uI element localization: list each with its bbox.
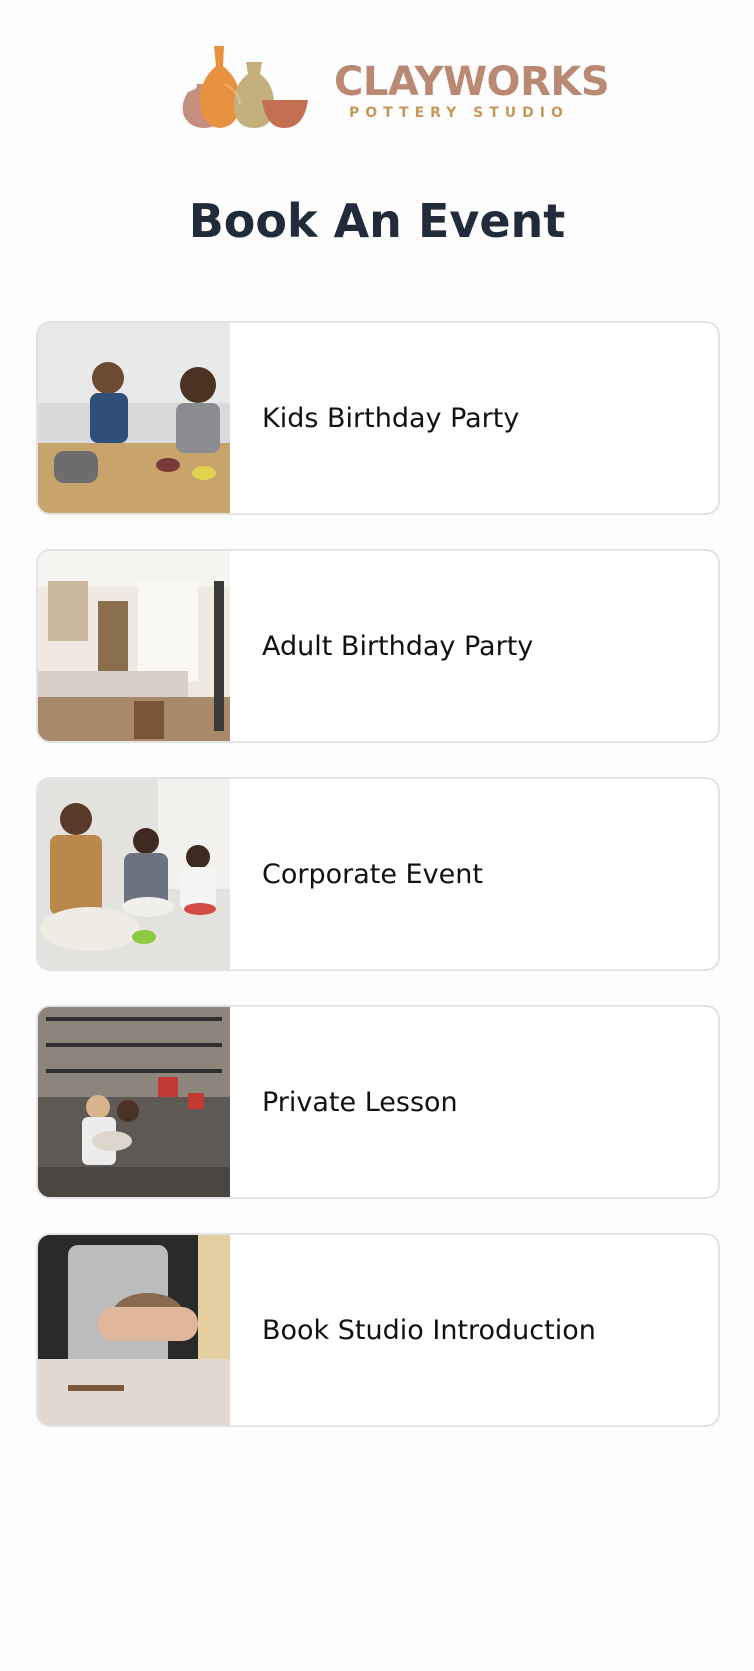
kids-birthday-party-photo bbox=[38, 323, 230, 513]
logo-wordmark: CLAYWORKS bbox=[334, 59, 610, 105]
book-studio-introduction-photo bbox=[38, 1235, 230, 1425]
event-card-private-lesson[interactable]: Private Lesson bbox=[36, 1005, 720, 1199]
page-title: Book An Event bbox=[188, 194, 566, 248]
adult-birthday-party-photo bbox=[38, 551, 230, 741]
event-card-label: Adult Birthday Party bbox=[262, 630, 534, 662]
event-card-kids-birthday-party[interactable]: Kids Birthday Party bbox=[36, 321, 720, 515]
event-card-label: Private Lesson bbox=[262, 1086, 458, 1118]
logo-tagline: POTTERY STUDIO bbox=[349, 105, 569, 121]
event-card-label: Corporate Event bbox=[262, 858, 483, 890]
event-card-book-studio-introduction[interactable]: Book Studio Introduction bbox=[36, 1233, 720, 1427]
event-card-corporate-event[interactable]: Corporate Event bbox=[36, 777, 720, 971]
event-card-label: Kids Birthday Party bbox=[262, 402, 520, 434]
private-lesson-photo bbox=[38, 1007, 230, 1197]
vases-logo-icon bbox=[182, 46, 308, 128]
corporate-event-photo bbox=[38, 779, 230, 969]
event-list: Kids Birthday Party Adult Birthday Party bbox=[36, 321, 720, 1461]
clayworks-logo: CLAYWORKS POTTERY STUDIO bbox=[178, 44, 610, 136]
event-card-adult-birthday-party[interactable]: Adult Birthday Party bbox=[36, 549, 720, 743]
event-card-label: Book Studio Introduction bbox=[262, 1314, 596, 1346]
